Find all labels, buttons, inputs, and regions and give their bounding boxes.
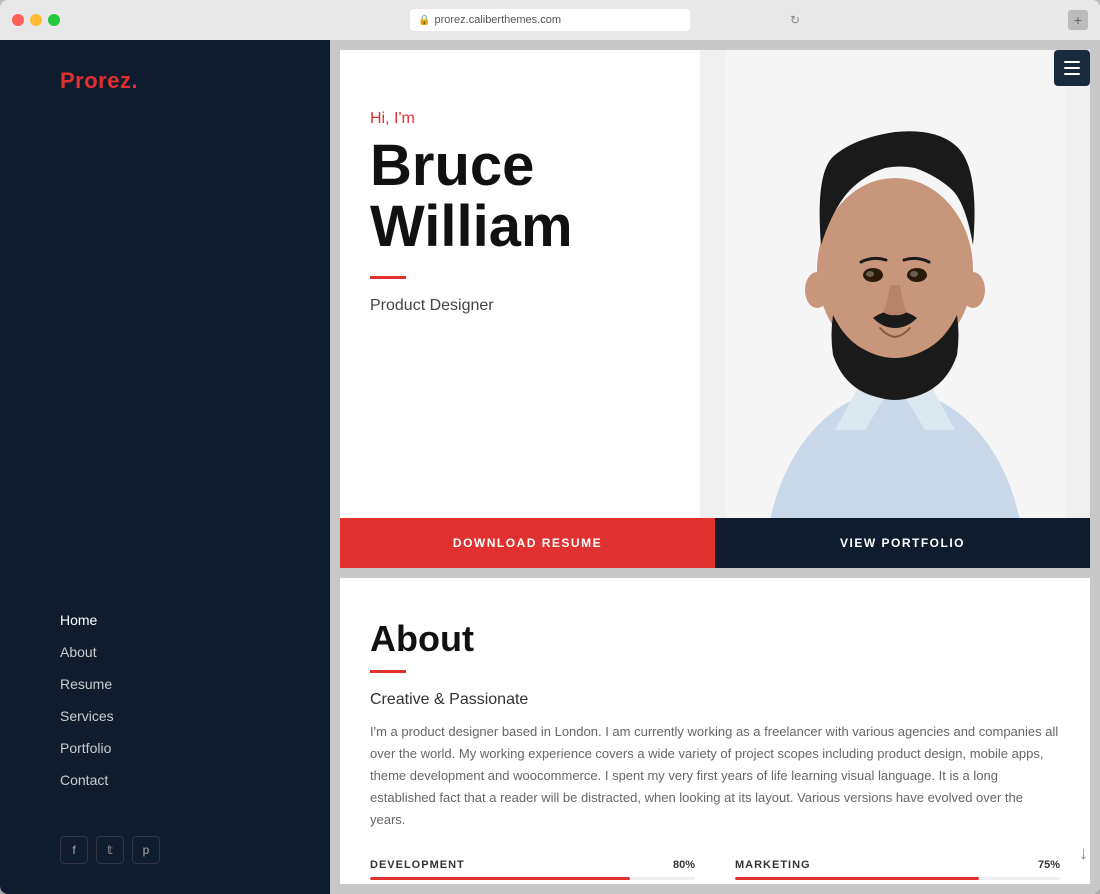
pinterest-icon: p xyxy=(143,843,150,857)
nav-item-resume[interactable]: Resume xyxy=(60,668,330,700)
skill-marketing-track xyxy=(735,877,1060,880)
scroll-down-indicator[interactable]: ↓ xyxy=(1079,843,1088,864)
skill-marketing-fill xyxy=(735,877,979,880)
nav-menu: Home About Resume Services Portfolio Con… xyxy=(0,604,330,806)
hero-photo xyxy=(700,50,1090,518)
minimize-button[interactable] xyxy=(30,14,42,26)
new-tab-button[interactable]: + xyxy=(1068,10,1088,30)
page-container: Hi, I'm Bruce William Product Designer xyxy=(330,50,1090,884)
hamburger-line-2 xyxy=(1064,67,1080,69)
logo: Prorez. xyxy=(0,40,330,94)
maximize-button[interactable] xyxy=(48,14,60,26)
browser-content: Prorez. Home About Resume Services Portf… xyxy=(0,40,1100,894)
person-illustration xyxy=(700,50,1090,518)
titlebar: 🔒 prorez.caliberthemes.com ↻ + xyxy=(0,0,1100,40)
skill-development: DEVELOPMENT 80% xyxy=(370,859,695,880)
hero-section: Hi, I'm Bruce William Product Designer xyxy=(340,50,1090,518)
about-section: About Creative & Passionate I'm a produc… xyxy=(340,578,1090,884)
hero-content: Hi, I'm Bruce William Product Designer xyxy=(340,50,753,315)
logo-dot: . xyxy=(131,68,138,93)
traffic-lights xyxy=(12,14,60,26)
lock-icon: 🔒 xyxy=(418,15,430,26)
hamburger-button[interactable] xyxy=(1054,50,1090,86)
url-text: prorez.caliberthemes.com xyxy=(434,14,561,26)
skill-development-header: DEVELOPMENT 80% xyxy=(370,859,695,871)
nav-item-services[interactable]: Services xyxy=(60,700,330,732)
hero-name-line2: William xyxy=(370,194,573,259)
about-subtitle: Creative & Passionate xyxy=(370,691,1060,709)
social-links: f 𝕥 p xyxy=(0,836,330,864)
url-bar[interactable]: 🔒 prorez.caliberthemes.com xyxy=(410,9,690,31)
hero-name-line1: Bruce xyxy=(370,133,534,198)
nav-item-about[interactable]: About xyxy=(60,636,330,668)
about-body: I'm a product designer based in London. … xyxy=(370,721,1060,831)
skill-development-name: DEVELOPMENT xyxy=(370,859,465,871)
skill-marketing-name: MARKETING xyxy=(735,859,811,871)
nav-item-home[interactable]: Home xyxy=(60,604,330,636)
sidebar: Prorez. Home About Resume Services Portf… xyxy=(0,40,330,894)
nav-item-portfolio[interactable]: Portfolio xyxy=(60,732,330,764)
logo-text: Prorez xyxy=(60,68,131,93)
download-resume-button[interactable]: DOWNLOAD RESUME xyxy=(340,518,715,568)
twitter-icon: 𝕥 xyxy=(107,843,113,857)
skill-marketing: MARKETING 75% xyxy=(735,859,1060,880)
hamburger-line-1 xyxy=(1064,61,1080,63)
hero-name: Bruce William xyxy=(370,136,753,258)
skill-development-track xyxy=(370,877,695,880)
reload-icon[interactable]: ↻ xyxy=(790,13,800,27)
skill-development-pct: 80% xyxy=(673,859,695,871)
facebook-button[interactable]: f xyxy=(60,836,88,864)
browser-window: 🔒 prorez.caliberthemes.com ↻ + Prorez. H… xyxy=(0,0,1100,894)
about-divider xyxy=(370,670,406,673)
cta-row: DOWNLOAD RESUME VIEW PORTFOLIO xyxy=(340,518,1090,568)
hamburger-line-3 xyxy=(1064,73,1080,75)
view-portfolio-button[interactable]: VIEW PORTFOLIO xyxy=(715,518,1090,568)
nav-item-contact[interactable]: Contact xyxy=(60,764,330,796)
main-content: Hi, I'm Bruce William Product Designer xyxy=(330,40,1100,894)
twitter-button[interactable]: 𝕥 xyxy=(96,836,124,864)
facebook-icon: f xyxy=(72,843,75,857)
skills-row: DEVELOPMENT 80% MARKETING 75% xyxy=(370,859,1060,880)
hero-divider xyxy=(370,276,406,279)
skill-development-fill xyxy=(370,877,630,880)
hero-greeting: Hi, I'm xyxy=(370,110,753,128)
about-title: About xyxy=(370,618,1060,660)
skill-marketing-header: MARKETING 75% xyxy=(735,859,1060,871)
close-button[interactable] xyxy=(12,14,24,26)
hero-title: Product Designer xyxy=(370,297,753,315)
skill-marketing-pct: 75% xyxy=(1038,859,1060,871)
pinterest-button[interactable]: p xyxy=(132,836,160,864)
